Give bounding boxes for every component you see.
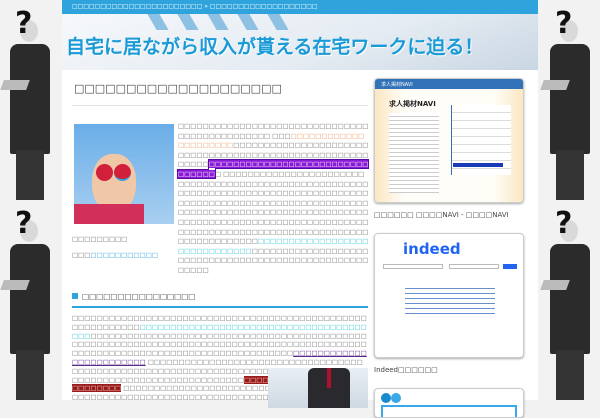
page: □□□□□□□□□□□□□□□□□□□□□□□ » □□□□□□□□□□□□□□… bbox=[62, 0, 538, 418]
page-title: □□□□□□□□□□□□□□□□□□□□ bbox=[72, 78, 368, 106]
screenshot-caption: □□□□□□ □□□□NAVI - □□□□NAVI bbox=[374, 211, 509, 219]
site-title[interactable]: 自宅に居ながら収入が貰える在宅ワークに迫る！ bbox=[66, 32, 483, 59]
indeed-screenshot[interactable]: indeed bbox=[374, 233, 524, 358]
square-bullet-icon bbox=[72, 293, 78, 299]
section-heading: □□□□□□□□□□□□□□□□ bbox=[72, 292, 368, 308]
article-footer: □□□□□□□□□ □□□□□□□□□□□□□□ bbox=[72, 235, 158, 259]
article-image bbox=[74, 124, 174, 224]
site-banner[interactable]: 自宅に居ながら収入が貰える在宅ワークに迫る！ bbox=[62, 14, 538, 70]
breadcrumb[interactable]: □□□□□□□□□□□□□□□□□□□□□□□ » □□□□□□□□□□□□□□… bbox=[62, 0, 538, 14]
background-figure: ? bbox=[540, 0, 600, 200]
article-body: □□□□□□□□□□□□□□□□□□□□□□□□□□□□□□□□□□□□□□□□… bbox=[176, 122, 370, 274]
indeed-logo: indeed bbox=[403, 240, 461, 258]
businessman-image bbox=[268, 368, 368, 408]
background-figure: ? bbox=[0, 200, 60, 400]
background-figure: ? bbox=[540, 200, 600, 400]
sidebar: 求人掲材NAVI 求人掲材NAVI □□□□□□ □□□□NAVI - □□□□… bbox=[374, 78, 530, 418]
site-screenshot[interactable] bbox=[374, 388, 524, 418]
background-figure: ? bbox=[0, 0, 60, 200]
screenshot-caption: Indeed□□□□□□ bbox=[374, 366, 438, 374]
source-link[interactable]: □□□□□□□□□□□ bbox=[90, 251, 158, 259]
job-site-screenshot[interactable]: 求人掲材NAVI 求人掲材NAVI bbox=[374, 78, 524, 203]
main-content: □□□□□□□□□□□□□□□□□□□□ □□□□□□□□□□□□□□□□□□□… bbox=[72, 78, 370, 408]
